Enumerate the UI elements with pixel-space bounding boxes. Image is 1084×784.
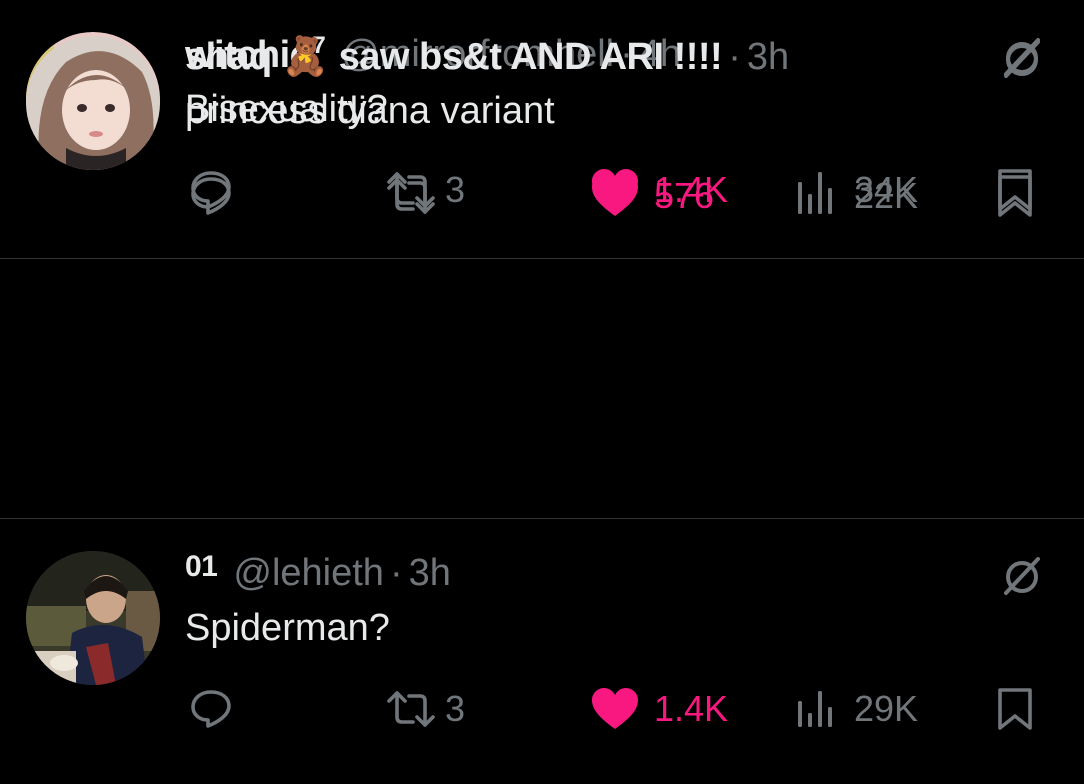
like-count: 1.4K (654, 688, 729, 729)
avatar[interactable] (26, 36, 160, 170)
reply-icon (188, 173, 234, 219)
views-button[interactable]: 29K (796, 679, 918, 739)
timestamp[interactable]: 3h (409, 552, 451, 595)
display-name[interactable]: shaq 🧸 saw bs&t AND ARI !!!! (185, 35, 723, 79)
handle[interactable]: @lehieth (233, 552, 384, 595)
divider (0, 258, 1084, 259)
display-name[interactable]: 01 (185, 550, 218, 584)
grok-icon[interactable] (1000, 553, 1044, 597)
retweet-icon (385, 176, 437, 216)
retweet-button[interactable] (385, 166, 445, 226)
tweet-header: shaq 🧸 saw bs&t AND ARI !!!! · 3h (185, 29, 789, 85)
views-icon (796, 689, 836, 729)
timestamp[interactable]: 3h (747, 36, 789, 79)
bookmark-icon (994, 686, 1036, 732)
separator: · (389, 551, 403, 594)
views-icon (796, 176, 836, 216)
retweet-icon (385, 689, 437, 729)
reply-icon (188, 686, 234, 732)
tweet[interactable]: shaq 🧸 saw bs&t AND ARI !!!! · 3h prince… (0, 0, 1084, 258)
views-button[interactable]: 22K (796, 166, 918, 226)
tweet-text: princess diana variant (185, 90, 555, 132)
tweet-header: 01 @lehieth · 3h (185, 545, 451, 601)
heart-icon (590, 687, 640, 731)
bookmark-button[interactable] (994, 679, 1036, 739)
tweet-actions: 576 22K (0, 166, 1084, 226)
views-count: 22K (854, 175, 919, 216)
heart-icon (590, 174, 640, 218)
reply-button[interactable] (188, 166, 234, 226)
tweet-actions: 3 1.4K 29K (0, 679, 1084, 739)
tweet-feed: witchie7 @mirrorfromhell · 4h Bisexualit… (0, 0, 1084, 784)
bookmark-button[interactable] (994, 166, 1036, 226)
retweet-count: 3 (445, 688, 466, 729)
avatar[interactable] (26, 551, 160, 685)
like-button[interactable]: 576 (590, 166, 714, 226)
retweet-button[interactable]: 3 (385, 679, 465, 739)
separator: · (728, 35, 741, 78)
views-count: 29K (854, 688, 919, 729)
grok-icon[interactable] (1000, 36, 1044, 80)
like-count: 576 (654, 175, 715, 216)
bookmark-icon (994, 173, 1036, 219)
like-button[interactable]: 1.4K (590, 679, 728, 739)
tweet-text: Spiderman? (185, 607, 390, 649)
tweet[interactable]: 01 @lehieth · 3h Spiderman? 3 1.4K 29K (0, 519, 1084, 777)
divider (0, 518, 1084, 519)
reply-button[interactable] (188, 679, 234, 739)
